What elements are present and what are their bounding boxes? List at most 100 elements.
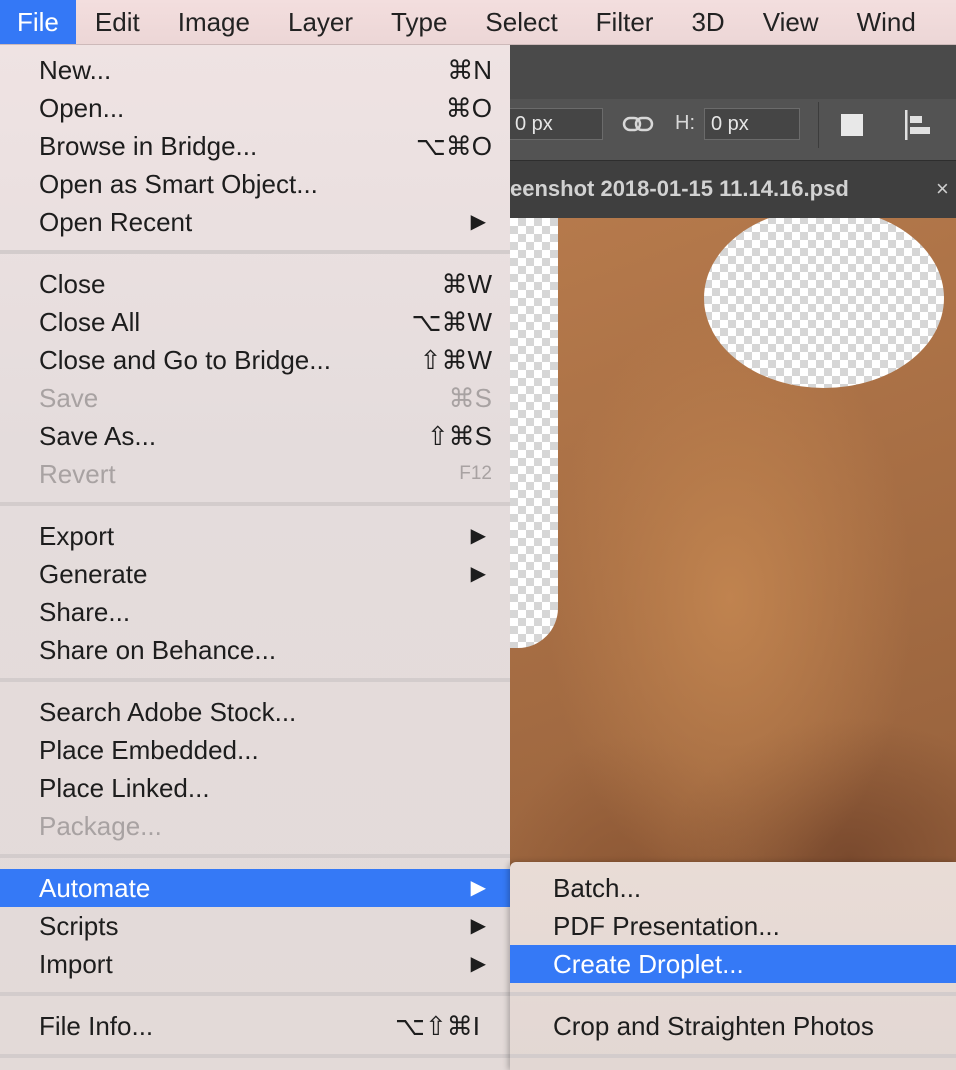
- menu-separator: [510, 1054, 956, 1058]
- menubar-3d[interactable]: 3D: [672, 0, 743, 44]
- menu-item-label: Share...: [39, 597, 131, 627]
- submenu-item-batch[interactable]: Batch...: [510, 869, 956, 907]
- menu-item-close[interactable]: Close ⌘W: [0, 265, 510, 303]
- app-bar: [510, 44, 956, 99]
- menubar-view[interactable]: View: [744, 0, 838, 44]
- shortcut: ⌘W: [441, 269, 492, 299]
- menu-separator: [0, 250, 510, 254]
- menu-item-share-behance[interactable]: Share on Behance...: [0, 631, 510, 669]
- menu-item-label: Place Embedded...: [39, 735, 259, 765]
- menubar-type[interactable]: Type: [372, 0, 466, 44]
- menu-item-label: Save: [39, 383, 99, 413]
- menu-item-export[interactable]: Export ▶: [0, 517, 510, 555]
- menu-item-label: Scripts: [39, 911, 119, 941]
- menu-item-new[interactable]: New... ⌘N: [0, 51, 510, 89]
- menu-item-label: Close and Go to Bridge...: [39, 345, 331, 375]
- menu-item-open[interactable]: Open... ⌘O: [0, 89, 510, 127]
- menu-item-label: Close All: [39, 307, 141, 337]
- submenu-item-label: Batch...: [553, 873, 642, 903]
- menubar-select[interactable]: Select: [466, 0, 576, 44]
- submenu-arrow-icon: ▶: [470, 563, 486, 585]
- file-menu: New... ⌘N Open... ⌘O Browse in Bridge...…: [0, 44, 510, 1070]
- menu-item-open-recent[interactable]: Open Recent ▶: [0, 203, 510, 241]
- menu-separator: [0, 992, 510, 996]
- menu-item-label: New...: [39, 55, 112, 85]
- link-icon[interactable]: [622, 112, 654, 136]
- menu-item-close-go-bridge[interactable]: Close and Go to Bridge... ⇧⌘W: [0, 341, 510, 379]
- close-tab-icon[interactable]: ×: [936, 160, 949, 218]
- menu-separator: [0, 502, 510, 506]
- menu-item-label: Import: [39, 949, 113, 979]
- menu-item-label: Generate: [39, 559, 148, 589]
- menu-item-label: Package...: [39, 811, 162, 841]
- submenu-item-label: Create Droplet...: [553, 949, 744, 979]
- menubar-image[interactable]: Image: [159, 0, 269, 44]
- fill-square-icon[interactable]: [841, 114, 863, 136]
- height-field[interactable]: 0 px: [704, 108, 800, 140]
- menu-item-generate[interactable]: Generate ▶: [0, 555, 510, 593]
- submenu-item-create-droplet[interactable]: Create Droplet...: [510, 945, 956, 983]
- menu-item-file-info[interactable]: File Info... ⌥⇧⌘I: [0, 1007, 510, 1045]
- align-left-icon[interactable]: [902, 108, 936, 144]
- menu-item-revert: Revert F12: [0, 455, 510, 493]
- shortcut: ⌘O: [445, 93, 492, 123]
- menu-item-import[interactable]: Import ▶: [0, 945, 510, 983]
- menubar-filter[interactable]: Filter: [577, 0, 673, 44]
- menu-item-label: File Info...: [39, 1011, 154, 1041]
- height-label: H:: [675, 112, 695, 134]
- menu-item-save-as[interactable]: Save As... ⇧⌘S: [0, 417, 510, 455]
- menu-item-browse-in-bridge[interactable]: Browse in Bridge... ⌥⌘O: [0, 127, 510, 165]
- automate-submenu: Batch... PDF Presentation... Create Drop…: [510, 862, 956, 1070]
- menu-separator: [0, 678, 510, 682]
- menu-bar: File Edit Image Layer Type Select Filter…: [0, 0, 956, 45]
- options-divider: [818, 102, 819, 148]
- menubar-edit[interactable]: Edit: [76, 0, 159, 44]
- menu-item-label: Export: [39, 521, 115, 551]
- menu-item-label: Share on Behance...: [39, 635, 277, 665]
- menu-item-share[interactable]: Share...: [0, 593, 510, 631]
- submenu-arrow-icon: ▶: [470, 877, 486, 899]
- menu-item-label: Place Linked...: [39, 773, 210, 803]
- menu-item-label: Save As...: [39, 421, 157, 451]
- shortcut: ⌘S: [448, 383, 492, 413]
- submenu-arrow-icon: ▶: [470, 525, 486, 547]
- menu-item-label: Search Adobe Stock...: [39, 697, 297, 727]
- menu-item-automate[interactable]: Automate ▶: [0, 869, 510, 907]
- menu-separator: [0, 854, 510, 858]
- shortcut: F12: [459, 463, 492, 484]
- menu-item-close-all[interactable]: Close All ⌥⌘W: [0, 303, 510, 341]
- menu-item-label: Close: [39, 269, 106, 299]
- menu-item-scripts[interactable]: Scripts ▶: [0, 907, 510, 945]
- menu-item-label: Open...: [39, 93, 125, 123]
- menu-item-label: Browse in Bridge...: [39, 131, 258, 161]
- menu-separator: [510, 992, 956, 996]
- document-tab[interactable]: eenshot 2018-01-15 11.14.16.psd: [510, 160, 930, 218]
- menu-item-search-adobe-stock[interactable]: Search Adobe Stock...: [0, 693, 510, 731]
- menu-item-place-embedded[interactable]: Place Embedded...: [0, 731, 510, 769]
- submenu-item-pdf-presentation[interactable]: PDF Presentation...: [510, 907, 956, 945]
- shortcut: ⌥⌘W: [411, 307, 492, 337]
- submenu-item-label: PDF Presentation...: [553, 911, 780, 941]
- menu-item-label: Open Recent: [39, 207, 193, 237]
- menu-item-package: Package...: [0, 807, 510, 845]
- menubar-window[interactable]: Wind: [838, 0, 935, 44]
- submenu-item-label: Crop and Straighten Photos: [553, 1011, 874, 1041]
- submenu-item-crop-straighten[interactable]: Crop and Straighten Photos: [510, 1007, 956, 1045]
- width-field[interactable]: 0 px: [508, 108, 603, 140]
- menu-item-save: Save ⌘S: [0, 379, 510, 417]
- menu-item-label: Automate: [39, 873, 151, 903]
- menubar-layer[interactable]: Layer: [269, 0, 372, 44]
- menu-item-open-smart-object[interactable]: Open as Smart Object...: [0, 165, 510, 203]
- shortcut: ⇧⌘S: [426, 421, 492, 451]
- shortcut: ⌥⌘O: [415, 131, 492, 161]
- submenu-arrow-icon: ▶: [470, 915, 486, 937]
- submenu-arrow-icon: ▶: [470, 953, 486, 975]
- menubar-file[interactable]: File: [0, 0, 76, 44]
- shortcut: ⌥⇧⌘I: [395, 1011, 480, 1041]
- submenu-arrow-icon: ▶: [470, 211, 486, 233]
- menu-item-label: Revert: [39, 459, 116, 489]
- menu-separator: [0, 1054, 510, 1058]
- shortcut: ⌘N: [447, 55, 492, 85]
- menu-item-place-linked[interactable]: Place Linked...: [0, 769, 510, 807]
- shortcut: ⇧⌘W: [419, 345, 492, 375]
